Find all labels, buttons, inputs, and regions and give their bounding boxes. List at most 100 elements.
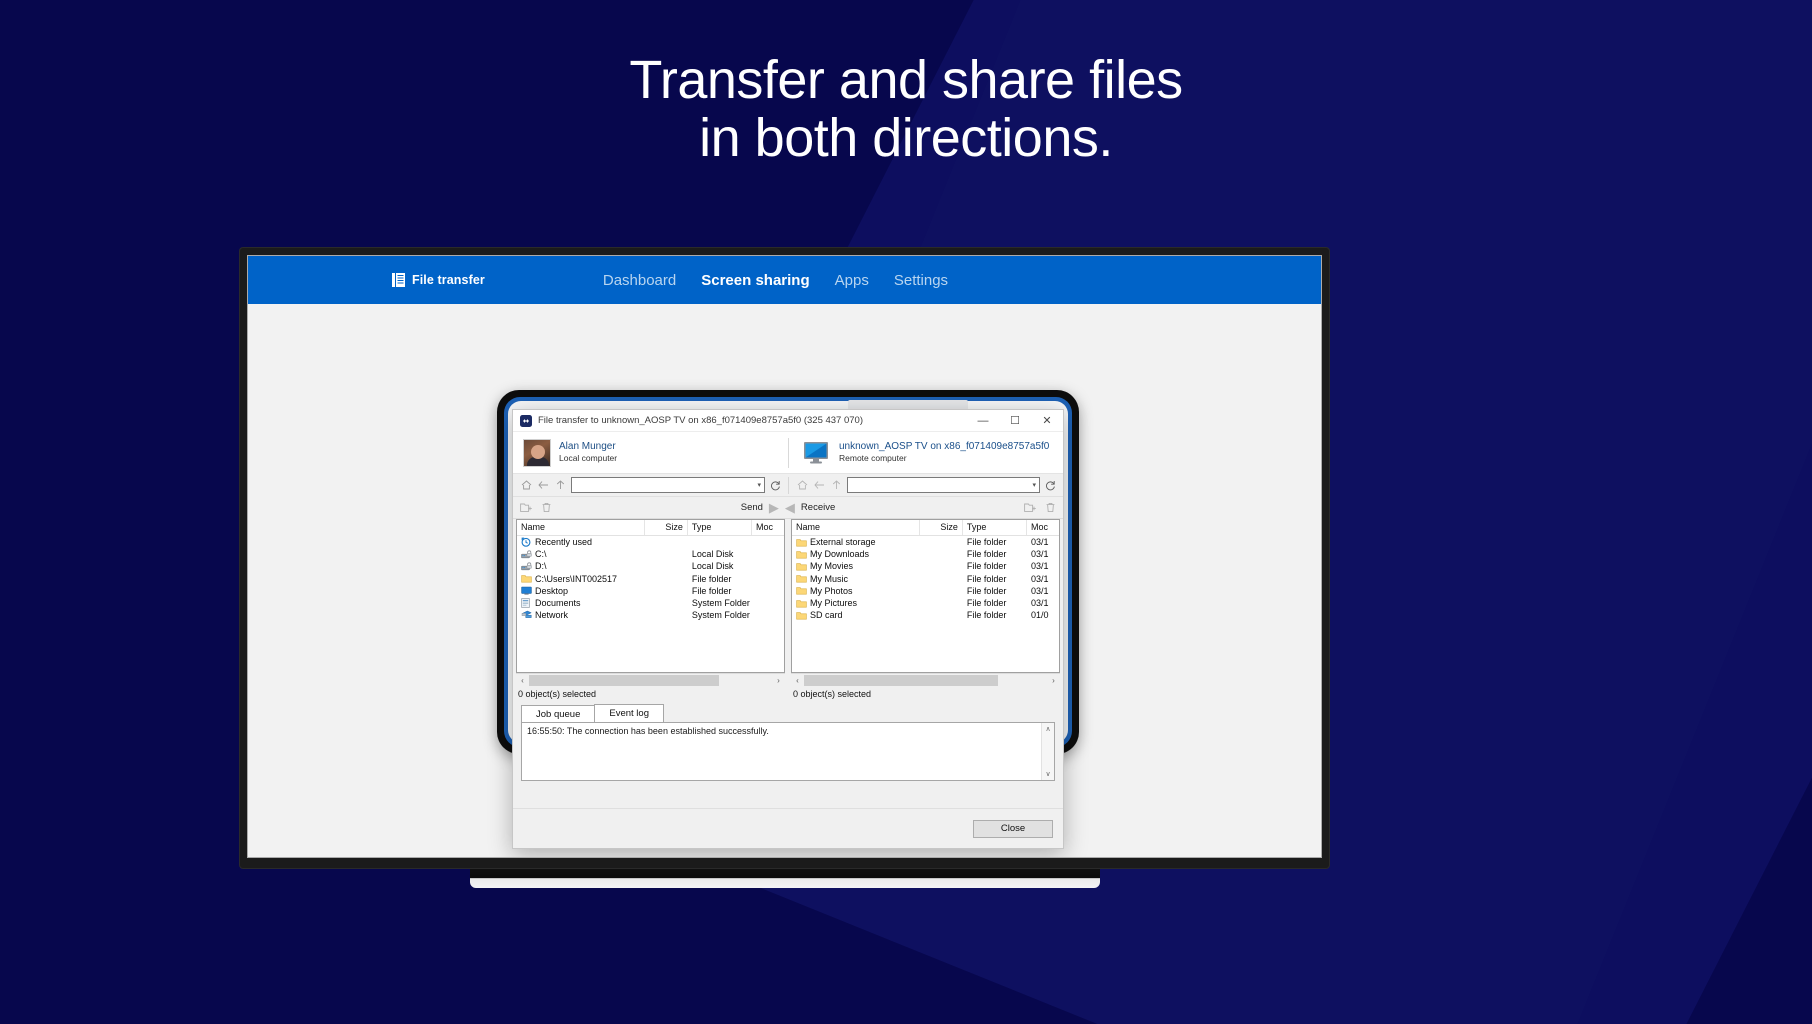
event-log-entry: 16:55:50: The connection has been establ…: [527, 726, 769, 736]
cell-modified: 03/1: [1030, 537, 1049, 548]
file-transfer-icon: [392, 273, 405, 287]
dialog-titlebar[interactable]: File transfer to unknown_AOSP TV on x86_…: [513, 410, 1063, 432]
table-row[interactable]: D:\ Local Disk: [517, 560, 784, 572]
file-name: C:\: [535, 549, 547, 560]
scroll-up-icon[interactable]: ∧: [1045, 725, 1050, 733]
remote-selection-status: 0 object(s) selected: [793, 689, 872, 699]
dialog-path-bar: ▾ ▾: [513, 474, 1063, 497]
new-folder-icon[interactable]: [518, 500, 534, 516]
chevron-down-icon[interactable]: ▾: [1032, 481, 1036, 489]
refresh-icon[interactable]: [1042, 480, 1058, 491]
tab-job-queue[interactable]: Job queue: [521, 705, 596, 722]
back-arrow-icon[interactable]: [535, 477, 552, 494]
table-row[interactable]: Documents System Folder: [517, 597, 784, 609]
cell-type: Local Disk: [691, 549, 734, 560]
chevron-down-icon[interactable]: ▾: [757, 481, 761, 489]
recent-icon: [521, 537, 532, 547]
scroll-left-icon[interactable]: ‹: [791, 676, 804, 685]
nav-item-apps[interactable]: Apps: [835, 272, 869, 289]
minimize-button[interactable]: —: [967, 410, 999, 431]
cell-name: Recently used: [517, 537, 645, 547]
send-button[interactable]: Send: [741, 502, 763, 513]
table-row[interactable]: My Music File folder 03/1: [792, 573, 1059, 585]
local-file-list[interactable]: Name Size Type Moc Recently used C:\ Local…: [516, 519, 785, 673]
table-row[interactable]: Desktop File folder: [517, 585, 784, 597]
folder-icon: [796, 586, 807, 596]
table-row[interactable]: Recently used: [517, 536, 784, 548]
column-header-size[interactable]: Size: [645, 520, 688, 535]
scroll-down-icon[interactable]: ∨: [1045, 770, 1050, 778]
column-header-modified[interactable]: Moc: [752, 520, 784, 535]
scroll-track[interactable]: [804, 674, 1047, 686]
remote-horizontal-scrollbar[interactable]: ‹ ›: [791, 673, 1060, 686]
new-folder-icon[interactable]: [1022, 500, 1038, 516]
remote-identity: unknown_AOSP TV on x86_f071409e8757a5f0 …: [788, 437, 1063, 468]
column-header-name[interactable]: Name: [792, 520, 921, 535]
scroll-thumb[interactable]: [804, 674, 999, 686]
column-header-type[interactable]: Type: [688, 520, 752, 535]
home-icon[interactable]: [794, 477, 811, 494]
table-row[interactable]: My Photos File folder 03/1: [792, 585, 1059, 597]
cell-type: File folder: [966, 598, 1007, 609]
table-row[interactable]: My Pictures File folder 03/1: [792, 597, 1059, 609]
folder-icon: [521, 574, 532, 584]
cell-name: My Pictures: [792, 598, 920, 608]
headline-line-1: Transfer and share files: [629, 50, 1183, 110]
local-name: Alan Munger: [559, 441, 616, 453]
column-header-modified[interactable]: Moc: [1027, 520, 1059, 535]
event-log-panel[interactable]: 16:55:50: The connection has been establ…: [521, 722, 1055, 781]
headline-line-2: in both directions.: [699, 107, 1113, 168]
receive-button[interactable]: Receive: [801, 502, 835, 513]
up-arrow-icon[interactable]: [552, 477, 569, 494]
scroll-right-icon[interactable]: ›: [772, 676, 785, 685]
refresh-icon[interactable]: [767, 480, 783, 491]
maximize-button[interactable]: ☐: [999, 410, 1031, 431]
nav-item-screen-sharing[interactable]: Screen sharing: [701, 272, 809, 289]
cell-modified: 03/1: [1030, 598, 1049, 609]
scroll-thumb[interactable]: [529, 674, 719, 686]
scroll-right-icon[interactable]: ›: [1047, 676, 1060, 685]
column-header-type[interactable]: Type: [963, 520, 1027, 535]
remote-file-pane: Name Size Type Moc External storage File …: [791, 519, 1060, 699]
remote-file-list[interactable]: Name Size Type Moc External storage File …: [791, 519, 1060, 673]
up-arrow-icon[interactable]: [828, 477, 845, 494]
file-name: Recently used: [535, 537, 593, 548]
home-icon[interactable]: [518, 477, 535, 494]
table-row[interactable]: C:\Users\INT002517 File folder: [517, 573, 784, 585]
scroll-track[interactable]: [529, 674, 772, 686]
remote-path-input[interactable]: ▾: [847, 477, 1040, 493]
scroll-left-icon[interactable]: ‹: [516, 676, 529, 685]
file-name: D:\: [535, 561, 547, 572]
column-header-name[interactable]: Name: [517, 520, 646, 535]
trash-icon[interactable]: [1042, 500, 1058, 516]
table-row[interactable]: SD card File folder 01/0: [792, 609, 1059, 621]
event-log-scrollbar[interactable]: ∧ ∨: [1041, 723, 1054, 780]
cell-type: Local Disk: [691, 561, 734, 572]
remote-list-rows: External storage File folder 03/1 My Downlo…: [792, 536, 1059, 672]
table-row[interactable]: C:\ Local Disk: [517, 548, 784, 560]
cell-name: D:\: [517, 561, 645, 571]
nav-item-dashboard[interactable]: Dashboard: [603, 272, 676, 289]
cell-name: Desktop: [517, 586, 645, 596]
dialog-action-bar: Send ▶ ◀ Receive: [513, 497, 1063, 519]
tab-event-log[interactable]: Event log: [594, 704, 664, 722]
local-horizontal-scrollbar[interactable]: ‹ ›: [516, 673, 785, 686]
folder-icon: [796, 574, 807, 584]
file-name: Documents: [535, 598, 581, 609]
local-path-input[interactable]: ▾: [571, 477, 765, 493]
local-subtitle: Local computer: [559, 453, 618, 464]
folder-icon: [796, 537, 807, 547]
table-row[interactable]: External storage File folder 03/1: [792, 536, 1059, 548]
close-icon[interactable]: ✕: [1031, 410, 1063, 431]
back-arrow-icon[interactable]: [811, 477, 828, 494]
table-row[interactable]: My Movies File folder 03/1: [792, 560, 1059, 572]
file-name: External storage: [810, 537, 876, 548]
file-browser-panes: Name Size Type Moc Recently used C:\ Local…: [513, 519, 1063, 699]
table-row[interactable]: My Downloads File folder 03/1: [792, 548, 1059, 560]
trash-icon[interactable]: [538, 500, 554, 516]
column-header-size[interactable]: Size: [920, 520, 963, 535]
table-row[interactable]: Network System Folder: [517, 609, 784, 621]
close-button[interactable]: Close: [973, 819, 1053, 838]
nav-item-settings[interactable]: Settings: [894, 272, 948, 289]
file-name: Desktop: [535, 585, 569, 596]
